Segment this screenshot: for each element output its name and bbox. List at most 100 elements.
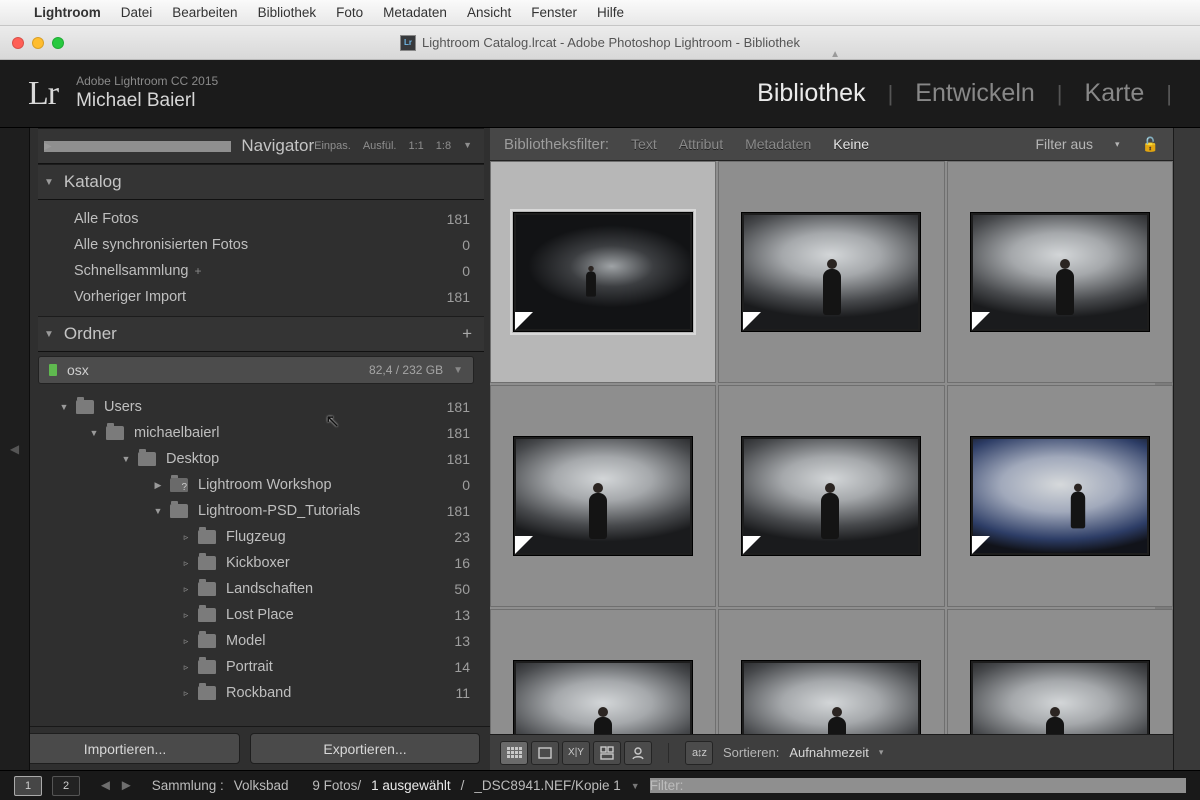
folders-header[interactable]: ▼ Ordner + <box>38 316 484 352</box>
menu-fenster[interactable]: Fenster <box>531 5 577 20</box>
view-compare-button[interactable]: X|Y <box>562 741 590 765</box>
thumbnail-cell[interactable] <box>490 385 716 607</box>
folder-label: Landschaften <box>226 581 313 597</box>
chevron-down-icon[interactable]: ▾ <box>1115 139 1120 150</box>
menubar-app[interactable]: Lightroom <box>34 5 101 20</box>
export-button[interactable]: Exportieren... <box>250 733 480 764</box>
nav-opt-1to1[interactable]: 1:1 <box>408 140 423 152</box>
right-panel-collapsed[interactable] <box>1173 128 1200 770</box>
import-button[interactable]: Importieren... <box>10 733 240 764</box>
folder-row[interactable]: ▹Portrait14 <box>40 654 470 680</box>
folder-row[interactable]: ▹Rockband11 <box>40 680 470 706</box>
thumbnail-cell[interactable] <box>947 161 1173 383</box>
flag-icon[interactable] <box>515 312 533 330</box>
folder-row[interactable]: ▹Lost Place13 <box>40 602 470 628</box>
disclosure-icon[interactable]: ▹ <box>180 636 192 647</box>
filter-metadaten[interactable]: Metadaten <box>745 136 811 152</box>
menu-ansicht[interactable]: Ansicht <box>467 5 511 20</box>
view-loupe-button[interactable] <box>531 741 559 765</box>
chevron-down-icon[interactable]: ▼ <box>631 781 640 791</box>
nav-forward-icon[interactable]: ► <box>119 777 134 794</box>
sort-dropdown[interactable]: Aufnahmezeit <box>789 745 869 760</box>
nav-opt-fit[interactable]: Einpas. <box>314 140 351 152</box>
catalog-row[interactable]: Schnellsammlung+0 <box>40 258 470 284</box>
folder-icon <box>198 686 216 700</box>
view-grid-button[interactable] <box>500 741 528 765</box>
folder-row[interactable]: ▶?Lightroom Workshop0 <box>40 472 470 498</box>
folder-row[interactable]: ▼Users181 <box>40 394 470 420</box>
folder-count: 181 <box>447 503 470 519</box>
panel-collapse-top-icon[interactable]: ▲ <box>830 49 840 60</box>
flag-icon[interactable] <box>515 536 533 554</box>
navigator-header[interactable]: ▶ Navigator Einpas. Ausfül. 1:1 1:8 ▼ <box>38 128 484 164</box>
thumbnail-cell[interactable] <box>947 609 1173 734</box>
menu-hilfe[interactable]: Hilfe <box>597 5 624 20</box>
nav-opt-ratio[interactable]: 1:8 <box>436 140 451 152</box>
disclosure-icon[interactable]: ▹ <box>180 532 192 543</box>
folder-row[interactable]: ▼Lightroom-PSD_Tutorials181 <box>40 498 470 524</box>
disclosure-icon[interactable]: ▹ <box>180 610 192 621</box>
folder-row[interactable]: ▹Kickboxer16 <box>40 550 470 576</box>
folders-title: Ordner <box>64 324 117 344</box>
lock-icon[interactable]: 🔓 <box>1142 136 1159 153</box>
folder-row[interactable]: ▹Flugzeug23 <box>40 524 470 550</box>
disclosure-icon[interactable]: ▹ <box>180 584 192 595</box>
disclosure-icon[interactable]: ▼ <box>152 506 164 516</box>
thumbnail-grid[interactable] <box>490 161 1173 734</box>
catalog-row[interactable]: Alle Fotos181 <box>40 206 470 232</box>
disclosure-icon[interactable]: ▹ <box>180 688 192 699</box>
catalog-row[interactable]: Vorheriger Import181 <box>40 284 470 310</box>
filter-attribut[interactable]: Attribut <box>679 136 723 152</box>
thumbnail-cell[interactable] <box>947 385 1173 607</box>
nav-opt-fill[interactable]: Ausfül. <box>363 140 397 152</box>
thumbnail-cell[interactable] <box>718 609 944 734</box>
thumbnail-cell[interactable] <box>718 385 944 607</box>
folder-icon <box>106 426 124 440</box>
module-karte[interactable]: Karte <box>1085 79 1145 108</box>
menu-bearbeiten[interactable]: Bearbeiten <box>172 5 237 20</box>
folder-row[interactable]: ▹Landschaften50 <box>40 576 470 602</box>
flag-icon[interactable] <box>972 536 990 554</box>
filter-text[interactable]: Text <box>631 136 657 152</box>
nav-back-icon[interactable]: ◄ <box>98 777 113 794</box>
catalog-header[interactable]: ▼ Katalog <box>38 164 484 200</box>
chevron-down-icon[interactable]: ▾ <box>879 747 884 758</box>
disclosure-icon[interactable]: ▼ <box>120 454 132 464</box>
filter-keine[interactable]: Keine <box>833 136 869 152</box>
status-collection[interactable]: Volksbad <box>234 778 289 793</box>
thumbnail-cell[interactable] <box>490 609 716 734</box>
disclosure-icon[interactable]: ▼ <box>88 428 100 438</box>
menu-bibliothek[interactable]: Bibliothek <box>258 5 317 20</box>
menu-metadaten[interactable]: Metadaten <box>383 5 447 20</box>
volume-row[interactable]: osx 82,4 / 232 GB ▼ <box>38 356 474 384</box>
add-folder-icon[interactable]: + <box>462 324 472 344</box>
volume-info: 82,4 / 232 GB <box>369 363 443 377</box>
menu-foto[interactable]: Foto <box>336 5 363 20</box>
secondary-display-1[interactable]: 1 <box>14 776 42 796</box>
disclosure-icon[interactable]: ▶ <box>152 480 164 491</box>
disclosure-icon[interactable]: ▼ <box>58 402 70 412</box>
flag-icon[interactable] <box>743 312 761 330</box>
view-people-button[interactable] <box>624 741 652 765</box>
secondary-display-2[interactable]: 2 <box>52 776 80 796</box>
view-survey-button[interactable] <box>593 741 621 765</box>
menu-datei[interactable]: Datei <box>121 5 153 20</box>
left-panel-collapse[interactable]: ◀ <box>0 128 30 770</box>
chevron-down-icon[interactable]: ▼ <box>453 365 463 376</box>
folder-row[interactable]: ▼michaelbaierl181 <box>40 420 470 446</box>
flag-icon[interactable] <box>972 312 990 330</box>
disclosure-icon[interactable]: ▹ <box>180 558 192 569</box>
plus-icon[interactable]: + <box>194 264 201 278</box>
chevron-down-icon[interactable]: ▼ <box>463 140 472 152</box>
folder-row[interactable]: ▼Desktop181 <box>40 446 470 472</box>
thumbnail-cell[interactable] <box>490 161 716 383</box>
flag-icon[interactable] <box>743 536 761 554</box>
disclosure-icon[interactable]: ▹ <box>180 662 192 673</box>
catalog-row[interactable]: Alle synchronisierten Fotos0 <box>40 232 470 258</box>
module-entwickeln[interactable]: Entwickeln <box>915 79 1035 108</box>
thumbnail-cell[interactable] <box>718 161 944 383</box>
filter-preset[interactable]: Filter aus <box>1035 136 1093 152</box>
module-bibliothek[interactable]: Bibliothek <box>757 79 865 108</box>
folder-row[interactable]: ▹Model13 <box>40 628 470 654</box>
sort-direction-button[interactable]: a↕z <box>685 741 713 765</box>
